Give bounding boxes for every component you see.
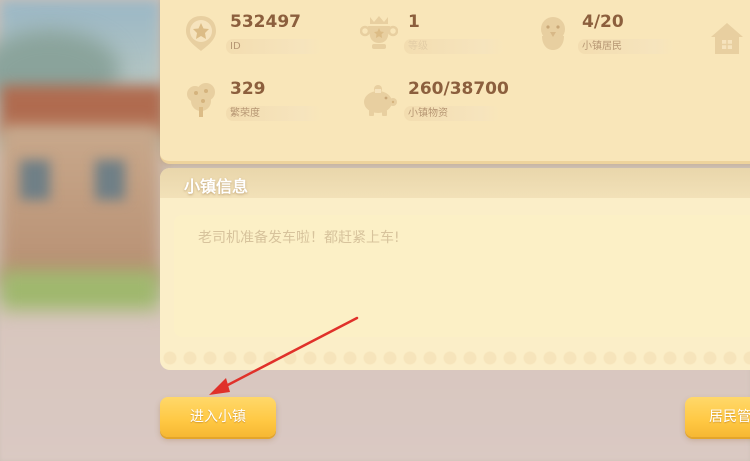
stat-residents-value: 4/20 — [582, 12, 624, 32]
enter-town-button[interactable]: 进入小镇 — [160, 397, 276, 437]
resident-manage-button[interactable]: 居民管 — [685, 397, 750, 437]
stat-level: 1 等级 — [359, 10, 510, 60]
piggy-bank-icon — [360, 81, 398, 119]
stat-supplies-label: 小镇物资 — [404, 106, 500, 121]
town-info-message: 老司机准备发车啦！都赶紧上车! — [198, 230, 400, 246]
stat-id-label: ID — [226, 39, 322, 54]
stat-residents-label: 小镇居民 — [578, 39, 674, 54]
stat-house — [708, 15, 750, 65]
stat-level-label: 等级 — [404, 39, 504, 54]
stat-prosperity-value: 329 — [230, 79, 266, 99]
town-info-header: 小镇信息 — [160, 168, 750, 198]
stat-id-value: 532497 — [230, 12, 301, 32]
stat-id: 532497 ID — [182, 10, 332, 60]
stat-prosperity: 329 繁荣度 — [182, 77, 332, 127]
stat-residents: 4/20 小镇居民 — [534, 10, 684, 60]
stat-prosperity-label: 繁荣度 — [226, 106, 322, 121]
town-info-title: 小镇信息 — [184, 177, 249, 196]
stat-supplies-value: 260/38700 — [408, 79, 509, 99]
fruit-tree-icon — [182, 81, 220, 119]
town-info-textbox[interactable]: 老司机准备发车啦！都赶紧上车! — [174, 215, 750, 337]
house-icon — [708, 19, 746, 57]
stat-level-value: 1 — [408, 12, 420, 32]
town-info-panel: 小镇信息 老司机准备发车啦！都赶紧上车! — [160, 168, 750, 370]
resident-chick-icon — [534, 14, 572, 52]
trophy-icon — [359, 14, 399, 52]
town-stats-panel: 532497 ID 1 等级 4/20 小镇居民 329 繁荣度 260/387… — [160, 0, 750, 164]
decorative-pattern — [160, 344, 750, 370]
star-badge-icon — [182, 14, 220, 52]
stat-supplies: 260/38700 小镇物资 — [360, 77, 530, 127]
